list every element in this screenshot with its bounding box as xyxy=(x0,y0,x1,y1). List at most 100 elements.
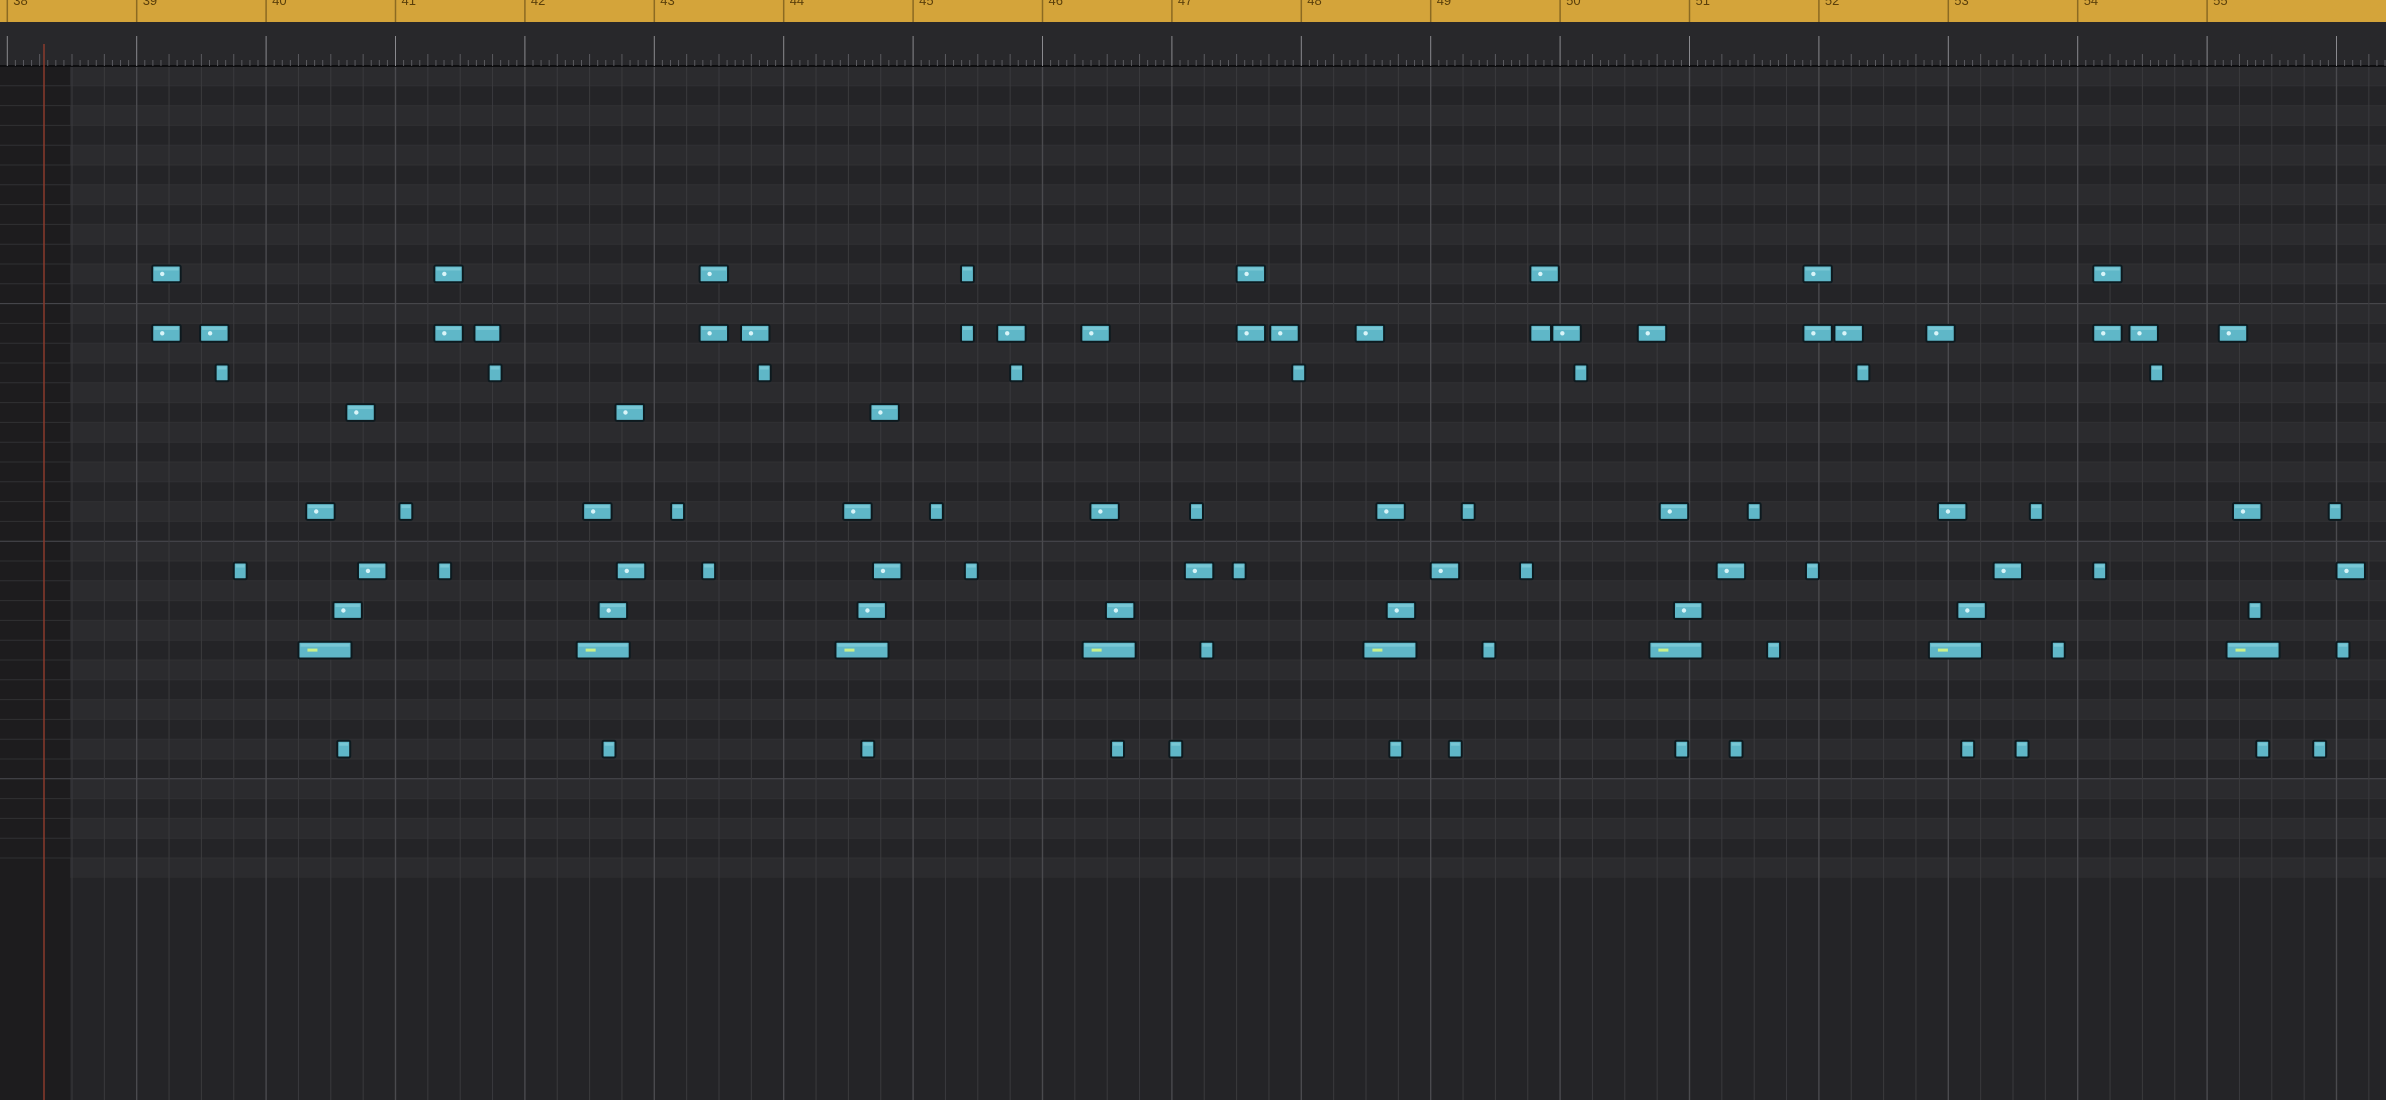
midi-note[interactable] xyxy=(473,323,502,343)
pitch-row[interactable] xyxy=(70,580,2386,601)
midi-note[interactable] xyxy=(1855,363,1871,383)
pitch-row[interactable] xyxy=(70,343,2386,363)
midi-note[interactable] xyxy=(1168,739,1184,759)
pitch-row[interactable] xyxy=(70,818,2386,839)
pitch-row[interactable] xyxy=(70,105,2386,126)
midi-note[interactable] xyxy=(356,561,388,581)
midi-note[interactable] xyxy=(2050,640,2066,660)
pitch-row[interactable] xyxy=(70,462,2386,482)
midi-note[interactable] xyxy=(1104,601,1136,620)
midi-note[interactable] xyxy=(1992,561,2024,581)
midi-note[interactable] xyxy=(614,403,645,422)
midi-note[interactable] xyxy=(305,502,336,521)
midi-note[interactable] xyxy=(2247,601,2263,620)
midi-note[interactable] xyxy=(199,323,230,343)
midi-note[interactable] xyxy=(433,323,464,343)
midi-note[interactable] xyxy=(1648,640,1704,660)
midi-note[interactable] xyxy=(2225,640,2281,660)
midi-note[interactable] xyxy=(1235,323,1267,343)
midi-note[interactable] xyxy=(1956,601,1987,620)
midi-note[interactable] xyxy=(1388,739,1404,759)
midi-note[interactable] xyxy=(842,502,873,521)
pitch-row[interactable] xyxy=(70,699,2386,720)
midi-note[interactable] xyxy=(575,640,631,660)
midi-note[interactable] xyxy=(959,323,975,343)
midi-note[interactable] xyxy=(1636,323,1668,343)
midi-note[interactable] xyxy=(2231,502,2263,521)
note-grid[interactable] xyxy=(0,65,2386,1100)
midi-note[interactable] xyxy=(433,264,464,284)
midi-note[interactable] xyxy=(1447,739,1463,759)
midi-note[interactable] xyxy=(1551,323,1582,343)
pitch-row[interactable] xyxy=(70,303,2386,324)
midi-note[interactable] xyxy=(1746,502,1762,521)
pitch-row[interactable] xyxy=(70,264,2386,284)
midi-note[interactable] xyxy=(2128,323,2159,343)
pitch-row[interactable] xyxy=(70,620,2386,641)
midi-note[interactable] xyxy=(582,502,613,521)
midi-note[interactable] xyxy=(996,323,1027,343)
midi-note[interactable] xyxy=(1375,502,1406,521)
midi-note[interactable] xyxy=(1936,502,1968,521)
midi-note[interactable] xyxy=(615,561,647,581)
midi-note[interactable] xyxy=(1231,561,1247,581)
midi-note[interactable] xyxy=(1674,739,1690,759)
ruler-bar[interactable] xyxy=(0,0,2386,22)
midi-note[interactable] xyxy=(232,561,248,581)
midi-note[interactable] xyxy=(1089,502,1120,521)
midi-note[interactable] xyxy=(1529,264,1560,284)
midi-note[interactable] xyxy=(2014,739,2030,759)
pitch-row[interactable] xyxy=(70,739,2386,759)
pitch-row[interactable] xyxy=(70,184,2386,205)
midi-note[interactable] xyxy=(151,323,182,343)
midi-note[interactable] xyxy=(1081,640,1137,660)
midi-note[interactable] xyxy=(1728,739,1744,759)
midi-note[interactable] xyxy=(2092,561,2108,581)
midi-note[interactable] xyxy=(597,601,629,620)
midi-note[interactable] xyxy=(698,264,730,284)
pitch-row[interactable] xyxy=(70,145,2386,165)
midi-note[interactable] xyxy=(1189,502,1204,521)
timeline-subruler[interactable] xyxy=(0,22,2386,67)
midi-note[interactable] xyxy=(1481,640,1497,660)
midi-note[interactable] xyxy=(1960,739,1976,759)
midi-note[interactable] xyxy=(2255,739,2271,759)
midi-note[interactable] xyxy=(2149,363,2165,383)
midi-note[interactable] xyxy=(151,264,182,284)
midi-note[interactable] xyxy=(1833,323,1864,343)
midi-note[interactable] xyxy=(1009,363,1025,383)
midi-note[interactable] xyxy=(437,561,453,581)
midi-note[interactable] xyxy=(2335,561,2366,581)
pitch-row[interactable] xyxy=(70,66,2386,86)
midi-note[interactable] xyxy=(1573,363,1589,383)
midi-note[interactable] xyxy=(856,601,887,620)
pitch-row[interactable] xyxy=(70,422,2386,443)
midi-note[interactable] xyxy=(1658,502,1690,521)
midi-note[interactable] xyxy=(1804,561,1820,581)
midi-note[interactable] xyxy=(1429,561,1461,581)
midi-note[interactable] xyxy=(336,739,352,759)
midi-note[interactable] xyxy=(869,403,900,422)
piano-roll-editor[interactable]: 38 39 40 41 42 43 44 45 46 47 48 49 50 51 52 53 54 55 xyxy=(0,0,2386,1100)
midi-note[interactable] xyxy=(297,640,353,660)
midi-note[interactable] xyxy=(601,739,617,759)
midi-note[interactable] xyxy=(1362,640,1418,660)
midi-note[interactable] xyxy=(1354,323,1386,343)
midi-note[interactable] xyxy=(487,363,503,383)
midi-note[interactable] xyxy=(2092,323,2123,343)
midi-note[interactable] xyxy=(1291,363,1307,383)
pitch-row[interactable] xyxy=(70,778,2386,799)
midi-note[interactable] xyxy=(2312,739,2328,759)
midi-note[interactable] xyxy=(1672,601,1704,620)
midi-note[interactable] xyxy=(963,561,979,581)
midi-note[interactable] xyxy=(398,502,414,521)
midi-note[interactable] xyxy=(871,561,903,581)
midi-note[interactable] xyxy=(1269,323,1300,343)
midi-note[interactable] xyxy=(670,502,686,521)
midi-note[interactable] xyxy=(1110,739,1126,759)
midi-note[interactable] xyxy=(1385,601,1417,620)
pitch-row[interactable] xyxy=(70,382,2386,403)
midi-note[interactable] xyxy=(860,739,876,759)
midi-note[interactable] xyxy=(1518,561,1534,581)
midi-note[interactable] xyxy=(2335,640,2351,660)
